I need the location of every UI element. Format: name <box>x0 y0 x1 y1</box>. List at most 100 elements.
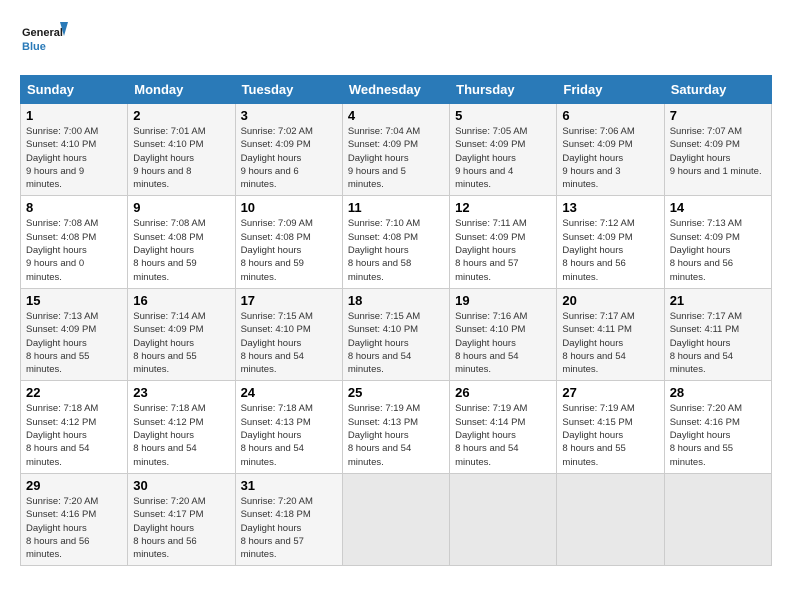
day-info: Sunrise: 7:09 AM Sunset: 4:08 PM Dayligh… <box>241 217 337 283</box>
day-info: Sunrise: 7:04 AM Sunset: 4:09 PM Dayligh… <box>348 125 444 191</box>
col-header-thursday: Thursday <box>450 76 557 104</box>
day-number: 18 <box>348 293 444 308</box>
day-number: 17 <box>241 293 337 308</box>
day-number: 21 <box>670 293 766 308</box>
day-info: Sunrise: 7:17 AM Sunset: 4:11 PM Dayligh… <box>670 310 766 376</box>
calendar-cell <box>342 473 449 565</box>
day-info: Sunrise: 7:05 AM Sunset: 4:09 PM Dayligh… <box>455 125 551 191</box>
calendar-cell: 17 Sunrise: 7:15 AM Sunset: 4:10 PM Dayl… <box>235 288 342 380</box>
calendar-cell: 25 Sunrise: 7:19 AM Sunset: 4:13 PM Dayl… <box>342 381 449 473</box>
day-info: Sunrise: 7:11 AM Sunset: 4:09 PM Dayligh… <box>455 217 551 283</box>
calendar-cell: 16 Sunrise: 7:14 AM Sunset: 4:09 PM Dayl… <box>128 288 235 380</box>
calendar-cell <box>450 473 557 565</box>
calendar-cell: 6 Sunrise: 7:06 AM Sunset: 4:09 PM Dayli… <box>557 104 664 196</box>
day-info: Sunrise: 7:02 AM Sunset: 4:09 PM Dayligh… <box>241 125 337 191</box>
calendar-cell: 5 Sunrise: 7:05 AM Sunset: 4:09 PM Dayli… <box>450 104 557 196</box>
day-number: 25 <box>348 385 444 400</box>
day-info: Sunrise: 7:15 AM Sunset: 4:10 PM Dayligh… <box>348 310 444 376</box>
calendar-cell <box>557 473 664 565</box>
day-info: Sunrise: 7:17 AM Sunset: 4:11 PM Dayligh… <box>562 310 658 376</box>
day-number: 1 <box>26 108 122 123</box>
day-number: 24 <box>241 385 337 400</box>
calendar-cell: 21 Sunrise: 7:17 AM Sunset: 4:11 PM Dayl… <box>664 288 771 380</box>
week-row: 22 Sunrise: 7:18 AM Sunset: 4:12 PM Dayl… <box>21 381 772 473</box>
calendar-cell <box>664 473 771 565</box>
calendar-cell: 13 Sunrise: 7:12 AM Sunset: 4:09 PM Dayl… <box>557 196 664 288</box>
day-info: Sunrise: 7:18 AM Sunset: 4:12 PM Dayligh… <box>133 402 229 468</box>
calendar-cell: 20 Sunrise: 7:17 AM Sunset: 4:11 PM Dayl… <box>557 288 664 380</box>
day-number: 11 <box>348 200 444 215</box>
day-info: Sunrise: 7:14 AM Sunset: 4:09 PM Dayligh… <box>133 310 229 376</box>
day-number: 26 <box>455 385 551 400</box>
calendar-cell: 10 Sunrise: 7:09 AM Sunset: 4:08 PM Dayl… <box>235 196 342 288</box>
day-number: 6 <box>562 108 658 123</box>
calendar-cell: 14 Sunrise: 7:13 AM Sunset: 4:09 PM Dayl… <box>664 196 771 288</box>
calendar-cell: 19 Sunrise: 7:16 AM Sunset: 4:10 PM Dayl… <box>450 288 557 380</box>
calendar-cell: 31 Sunrise: 7:20 AM Sunset: 4:18 PM Dayl… <box>235 473 342 565</box>
calendar-table: SundayMondayTuesdayWednesdayThursdayFrid… <box>20 75 772 566</box>
week-row: 29 Sunrise: 7:20 AM Sunset: 4:16 PM Dayl… <box>21 473 772 565</box>
day-number: 29 <box>26 478 122 493</box>
day-info: Sunrise: 7:06 AM Sunset: 4:09 PM Dayligh… <box>562 125 658 191</box>
svg-text:General: General <box>22 27 63 39</box>
day-info: Sunrise: 7:20 AM Sunset: 4:16 PM Dayligh… <box>26 495 122 561</box>
calendar-cell: 23 Sunrise: 7:18 AM Sunset: 4:12 PM Dayl… <box>128 381 235 473</box>
col-header-monday: Monday <box>128 76 235 104</box>
calendar-cell: 12 Sunrise: 7:11 AM Sunset: 4:09 PM Dayl… <box>450 196 557 288</box>
day-number: 13 <box>562 200 658 215</box>
col-header-saturday: Saturday <box>664 76 771 104</box>
day-number: 7 <box>670 108 766 123</box>
day-number: 16 <box>133 293 229 308</box>
day-number: 10 <box>241 200 337 215</box>
day-number: 31 <box>241 478 337 493</box>
header: General Blue <box>20 20 772 65</box>
calendar-cell: 29 Sunrise: 7:20 AM Sunset: 4:16 PM Dayl… <box>21 473 128 565</box>
day-number: 8 <box>26 200 122 215</box>
day-info: Sunrise: 7:01 AM Sunset: 4:10 PM Dayligh… <box>133 125 229 191</box>
day-number: 28 <box>670 385 766 400</box>
logo: General Blue <box>20 20 70 65</box>
calendar-cell: 22 Sunrise: 7:18 AM Sunset: 4:12 PM Dayl… <box>21 381 128 473</box>
day-number: 19 <box>455 293 551 308</box>
day-info: Sunrise: 7:18 AM Sunset: 4:13 PM Dayligh… <box>241 402 337 468</box>
day-info: Sunrise: 7:20 AM Sunset: 4:18 PM Dayligh… <box>241 495 337 561</box>
calendar-cell: 15 Sunrise: 7:13 AM Sunset: 4:09 PM Dayl… <box>21 288 128 380</box>
day-number: 15 <box>26 293 122 308</box>
day-info: Sunrise: 7:08 AM Sunset: 4:08 PM Dayligh… <box>26 217 122 283</box>
day-number: 30 <box>133 478 229 493</box>
day-number: 4 <box>348 108 444 123</box>
calendar-cell: 3 Sunrise: 7:02 AM Sunset: 4:09 PM Dayli… <box>235 104 342 196</box>
logo-svg: General Blue <box>20 20 70 65</box>
calendar-cell: 4 Sunrise: 7:04 AM Sunset: 4:09 PM Dayli… <box>342 104 449 196</box>
day-info: Sunrise: 7:15 AM Sunset: 4:10 PM Dayligh… <box>241 310 337 376</box>
col-header-tuesday: Tuesday <box>235 76 342 104</box>
day-info: Sunrise: 7:19 AM Sunset: 4:14 PM Dayligh… <box>455 402 551 468</box>
day-info: Sunrise: 7:20 AM Sunset: 4:16 PM Dayligh… <box>670 402 766 468</box>
day-info: Sunrise: 7:16 AM Sunset: 4:10 PM Dayligh… <box>455 310 551 376</box>
week-row: 1 Sunrise: 7:00 AM Sunset: 4:10 PM Dayli… <box>21 104 772 196</box>
calendar-cell: 1 Sunrise: 7:00 AM Sunset: 4:10 PM Dayli… <box>21 104 128 196</box>
day-info: Sunrise: 7:07 AM Sunset: 4:09 PM Dayligh… <box>670 125 766 178</box>
day-number: 2 <box>133 108 229 123</box>
calendar-cell: 28 Sunrise: 7:20 AM Sunset: 4:16 PM Dayl… <box>664 381 771 473</box>
calendar-cell: 30 Sunrise: 7:20 AM Sunset: 4:17 PM Dayl… <box>128 473 235 565</box>
week-row: 8 Sunrise: 7:08 AM Sunset: 4:08 PM Dayli… <box>21 196 772 288</box>
calendar-cell: 9 Sunrise: 7:08 AM Sunset: 4:08 PM Dayli… <box>128 196 235 288</box>
day-info: Sunrise: 7:12 AM Sunset: 4:09 PM Dayligh… <box>562 217 658 283</box>
day-number: 12 <box>455 200 551 215</box>
day-number: 9 <box>133 200 229 215</box>
calendar-cell: 11 Sunrise: 7:10 AM Sunset: 4:08 PM Dayl… <box>342 196 449 288</box>
week-row: 15 Sunrise: 7:13 AM Sunset: 4:09 PM Dayl… <box>21 288 772 380</box>
svg-text:Blue: Blue <box>22 41 46 53</box>
calendar-cell: 18 Sunrise: 7:15 AM Sunset: 4:10 PM Dayl… <box>342 288 449 380</box>
calendar-cell: 26 Sunrise: 7:19 AM Sunset: 4:14 PM Dayl… <box>450 381 557 473</box>
day-info: Sunrise: 7:18 AM Sunset: 4:12 PM Dayligh… <box>26 402 122 468</box>
day-info: Sunrise: 7:13 AM Sunset: 4:09 PM Dayligh… <box>670 217 766 283</box>
day-info: Sunrise: 7:08 AM Sunset: 4:08 PM Dayligh… <box>133 217 229 283</box>
day-number: 20 <box>562 293 658 308</box>
day-number: 5 <box>455 108 551 123</box>
day-info: Sunrise: 7:20 AM Sunset: 4:17 PM Dayligh… <box>133 495 229 561</box>
day-number: 23 <box>133 385 229 400</box>
col-header-sunday: Sunday <box>21 76 128 104</box>
calendar-cell: 27 Sunrise: 7:19 AM Sunset: 4:15 PM Dayl… <box>557 381 664 473</box>
